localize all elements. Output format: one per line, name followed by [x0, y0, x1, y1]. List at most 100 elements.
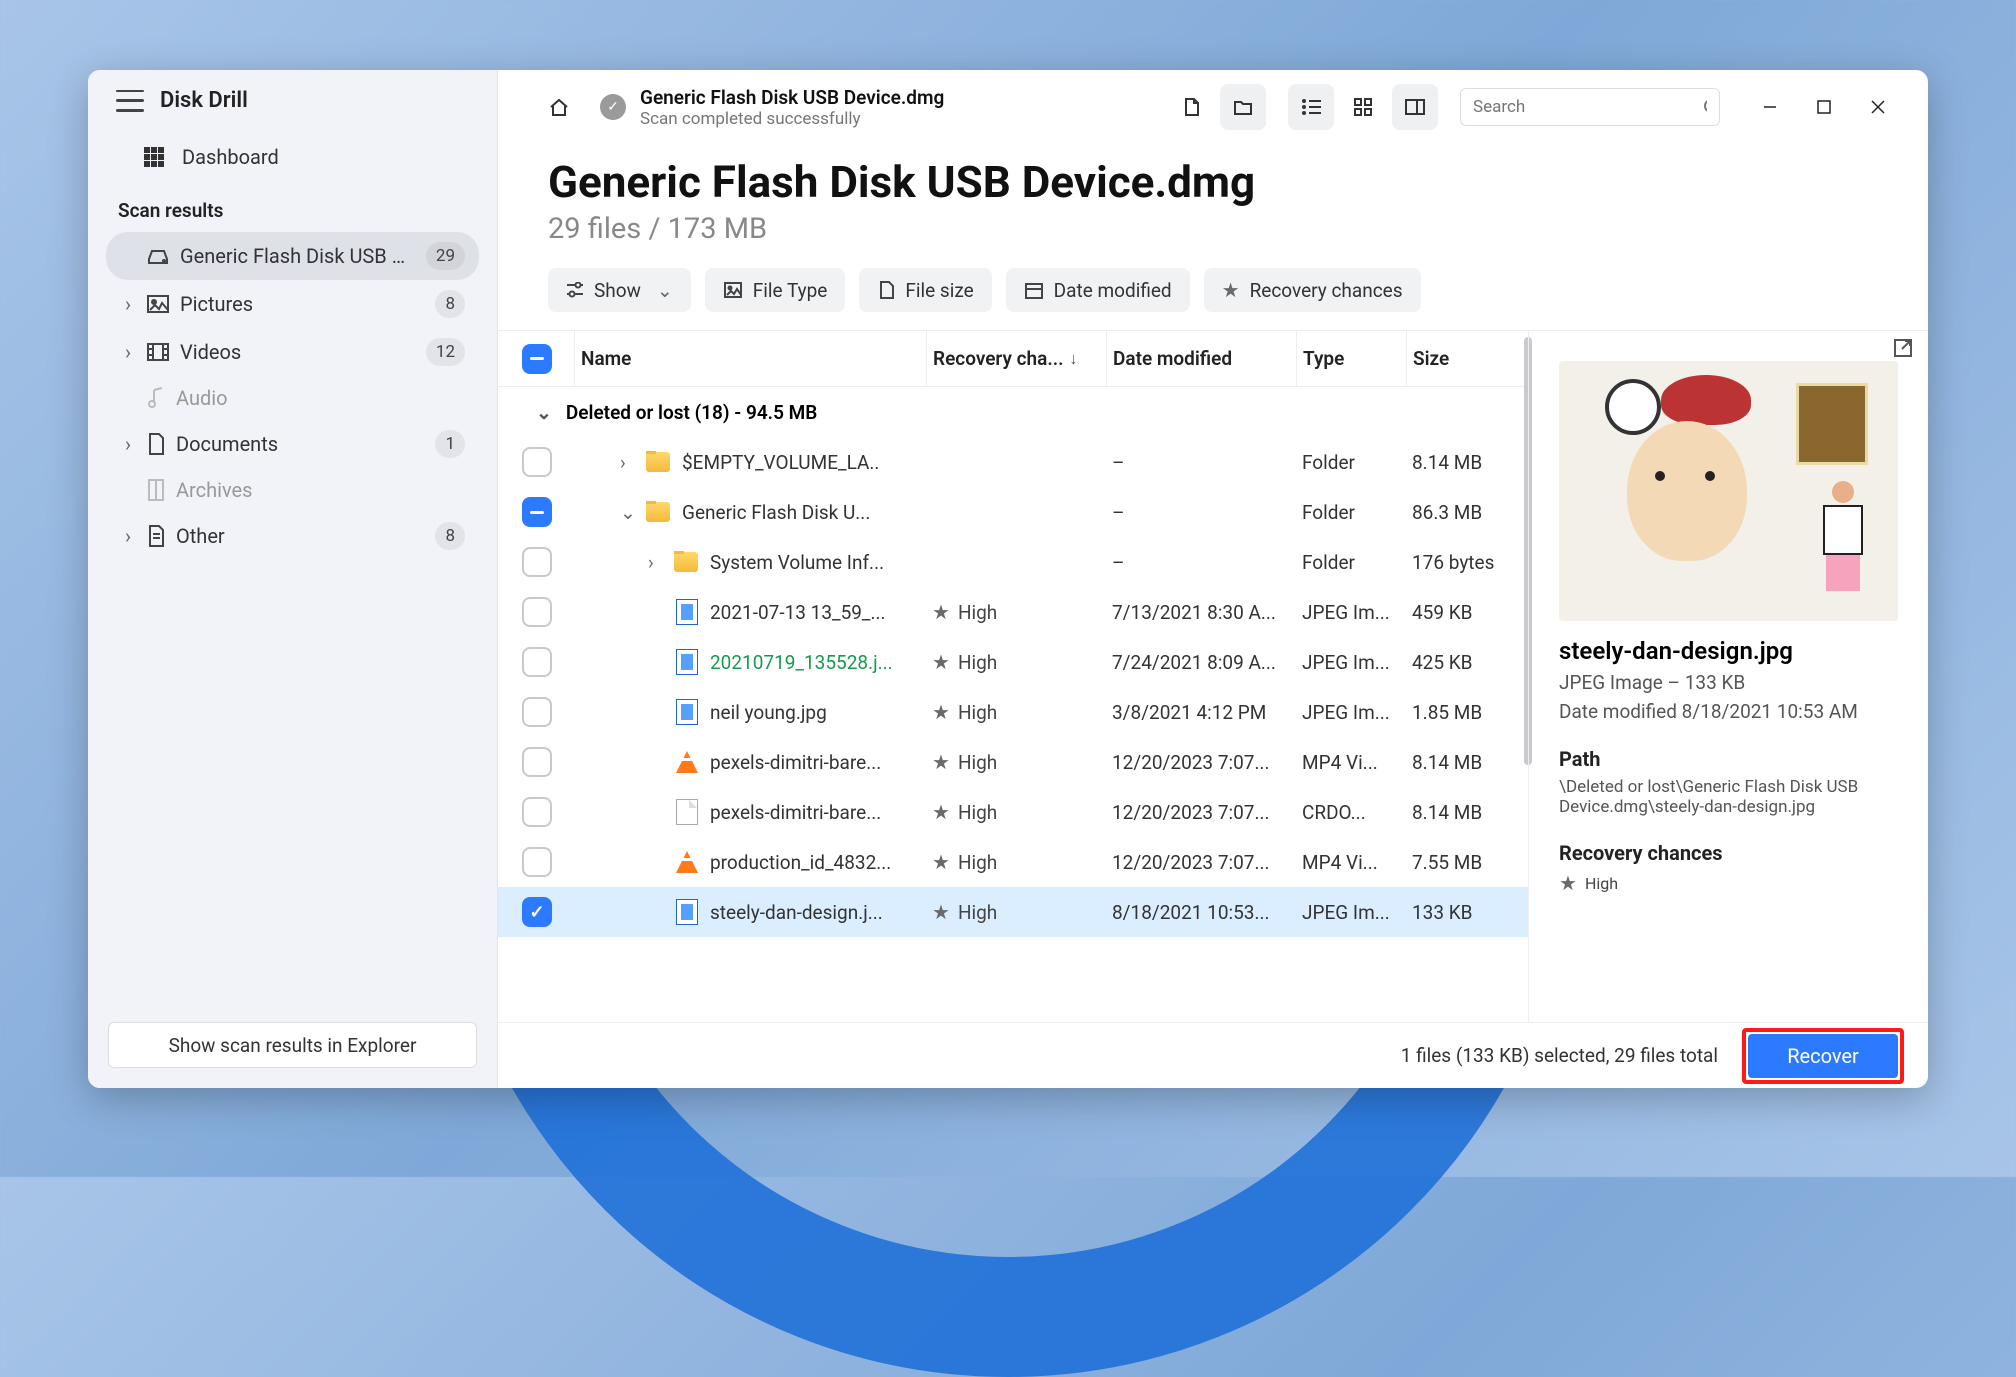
file-row[interactable]: › $EMPTY_VOLUME_LA.. – Folder 8.14 MB — [498, 437, 1528, 487]
row-checkbox[interactable] — [522, 797, 552, 827]
popout-icon[interactable] — [1892, 337, 1914, 359]
chevron-icon[interactable]: › — [648, 551, 662, 574]
grid-icon — [142, 145, 166, 169]
col-type[interactable]: Type — [1296, 331, 1406, 386]
file-name: pexels-dimitri-bare... — [710, 801, 881, 824]
row-checkbox[interactable] — [522, 597, 552, 627]
recover-button[interactable]: Recover — [1748, 1034, 1898, 1078]
col-recovery[interactable]: Recovery cha... — [926, 331, 1106, 386]
file-row[interactable]: production_id_4832... ★High 12/20/2023 7… — [498, 837, 1528, 887]
preview-path: \Deleted or lost\Generic Flash Disk USB … — [1559, 777, 1898, 817]
file-row[interactable]: ⌄ Generic Flash Disk U... – Folder 86.3 … — [498, 487, 1528, 537]
videos-icon — [146, 342, 170, 362]
file-row[interactable]: steely-dan-design.j... ★High 8/18/2021 1… — [498, 887, 1528, 937]
search-input[interactable] — [1460, 88, 1720, 126]
row-checkbox[interactable] — [522, 447, 552, 477]
jpeg-icon — [676, 599, 698, 625]
home-icon[interactable] — [536, 84, 582, 130]
file-name: System Volume Inf... — [710, 551, 884, 574]
footer: 1 files (133 KB) selected, 29 files tota… — [498, 1022, 1928, 1088]
file-type: CRDO... — [1296, 801, 1406, 824]
date-modified: – — [1106, 551, 1296, 574]
file-size: 425 KB — [1406, 651, 1516, 674]
sidebar-item-audio[interactable]: Audio — [106, 376, 479, 420]
file-row[interactable]: 2021-07-13 13_59_... ★High 7/13/2021 8:3… — [498, 587, 1528, 637]
row-checkbox[interactable] — [522, 847, 552, 877]
chevron-icon — [120, 244, 136, 268]
sidebar-item-archives[interactable]: Archives — [106, 468, 479, 512]
search-field[interactable] — [1473, 97, 1695, 117]
filter-filesize[interactable]: File size — [859, 268, 991, 312]
panel-view-icon[interactable] — [1392, 84, 1438, 130]
star-icon: ★ — [1222, 278, 1240, 302]
group-header[interactable]: ⌄ Deleted or lost (18) - 94.5 MB — [498, 387, 1528, 437]
sidebar-item-other[interactable]: › Other 8 — [106, 512, 479, 560]
filter-recovery[interactable]: ★Recovery chances — [1204, 268, 1421, 312]
row-checkbox[interactable] — [522, 647, 552, 677]
filter-bar: Show⌄ File Type File size Date modified … — [498, 258, 1928, 330]
list-view-icon[interactable] — [1288, 84, 1334, 130]
preview-path-label: Path — [1559, 747, 1898, 771]
sidebar-item-videos[interactable]: › Videos 12 — [106, 328, 479, 376]
row-checkbox[interactable] — [522, 497, 552, 527]
chevron-icon[interactable]: › — [620, 451, 634, 474]
vlc-cone-icon — [676, 751, 698, 773]
row-checkbox[interactable] — [522, 747, 552, 777]
folder-icon — [646, 452, 670, 472]
file-size: 176 bytes — [1406, 551, 1516, 574]
sidebar-item-disk[interactable]: Generic Flash Disk USB D... 29 — [106, 232, 479, 280]
file-size: 86.3 MB — [1406, 501, 1516, 524]
col-name[interactable]: Name — [574, 331, 926, 386]
show-in-explorer-button[interactable]: Show scan results in Explorer — [108, 1022, 477, 1068]
jpeg-icon — [676, 899, 698, 925]
row-checkbox[interactable] — [522, 897, 552, 927]
date-modified: – — [1106, 451, 1296, 474]
date-modified: 3/8/2021 4:12 PM — [1106, 701, 1296, 724]
disk-icon — [146, 246, 170, 266]
pictures-icon — [146, 294, 170, 314]
row-checkbox[interactable] — [522, 547, 552, 577]
app-window: Disk Drill Dashboard Scan results Generi… — [88, 70, 1928, 1088]
sidebar-item-label: Generic Flash Disk USB D... — [180, 244, 416, 268]
chevron-icon[interactable]: ⌄ — [620, 501, 634, 524]
sidebar-dashboard-label: Dashboard — [182, 145, 279, 169]
date-modified: – — [1106, 501, 1296, 524]
grid-view-icon[interactable] — [1340, 84, 1386, 130]
preview-meta-date: Date modified 8/18/2021 10:53 AM — [1559, 700, 1898, 723]
count-badge: 8 — [435, 290, 465, 318]
file-type: JPEG Im... — [1296, 901, 1406, 924]
sidebar-item-dashboard[interactable]: Dashboard — [88, 135, 497, 179]
row-checkbox[interactable] — [522, 697, 552, 727]
file-row[interactable]: pexels-dimitri-bare... ★High 12/20/2023 … — [498, 787, 1528, 837]
count-badge: 1 — [435, 430, 465, 458]
sidebar-item-pictures[interactable]: › Pictures 8 — [106, 280, 479, 328]
filter-filetype[interactable]: File Type — [705, 268, 846, 312]
filter-datemodified[interactable]: Date modified — [1006, 268, 1190, 312]
file-row[interactable]: 20210719_135528.j... ★High 7/24/2021 8:0… — [498, 637, 1528, 687]
breadcrumb: Generic Flash Disk USB Device.dmg Scan c… — [640, 86, 944, 129]
recovery-value: High — [958, 601, 997, 624]
star-icon: ★ — [932, 900, 950, 924]
col-size[interactable]: Size — [1406, 331, 1516, 386]
file-name: production_id_4832... — [710, 851, 891, 874]
file-type: MP4 Vi... — [1296, 851, 1406, 874]
sidebar-item-documents[interactable]: › Documents 1 — [106, 420, 479, 468]
file-row[interactable]: pexels-dimitri-bare... ★High 12/20/2023 … — [498, 737, 1528, 787]
maximize-button[interactable] — [1798, 87, 1850, 127]
close-button[interactable] — [1852, 87, 1904, 127]
star-icon: ★ — [932, 800, 950, 824]
select-all-checkbox[interactable] — [522, 344, 552, 374]
file-type: JPEG Im... — [1296, 701, 1406, 724]
file-row[interactable]: › System Volume Inf... – Folder 176 byte… — [498, 537, 1528, 587]
file-row[interactable]: neil young.jpg ★High 3/8/2021 4:12 PM JP… — [498, 687, 1528, 737]
minimize-button[interactable] — [1744, 87, 1796, 127]
menu-toggle-icon[interactable] — [116, 90, 144, 112]
folder-icon[interactable] — [1220, 84, 1266, 130]
count-badge: 8 — [435, 522, 465, 550]
file-icon[interactable] — [1168, 84, 1214, 130]
col-date[interactable]: Date modified — [1106, 331, 1296, 386]
chevron-icon: › — [120, 292, 136, 316]
star-icon: ★ — [932, 600, 950, 624]
filter-show[interactable]: Show⌄ — [548, 268, 691, 312]
document-icon — [877, 280, 895, 300]
